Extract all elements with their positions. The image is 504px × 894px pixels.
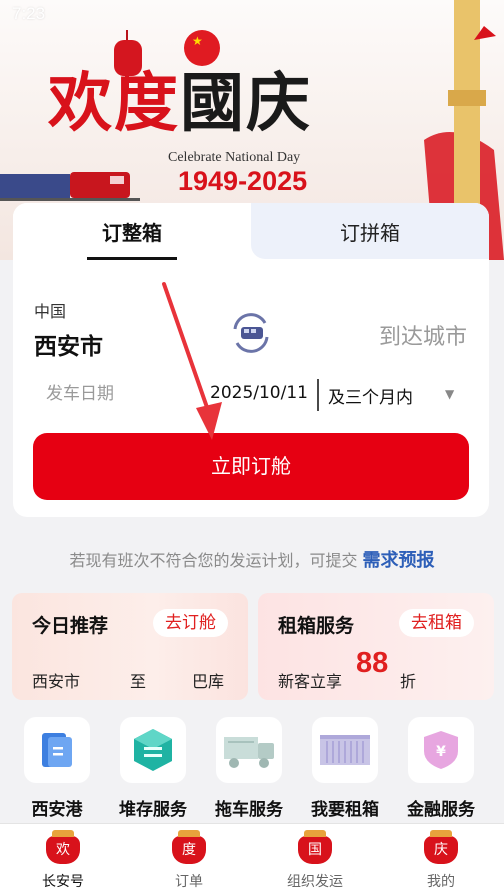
nav-label: 长安号 — [42, 874, 84, 890]
service-tile: ¥ — [408, 717, 474, 783]
destination-city-field[interactable]: 到达城市 — [379, 319, 467, 351]
service-label: 金融服务 — [407, 800, 475, 820]
rental-offer-prefix: 新客立享 — [278, 672, 343, 691]
route-origin: 西安市 — [32, 672, 81, 691]
swap-route-icon[interactable] — [229, 311, 273, 355]
rental-discount: 88 — [356, 647, 389, 679]
booking-card: 订整箱 订拼箱 中国 西安市 到达城市 发车日期 2025/10/11 及三个月… — [13, 203, 489, 517]
book-now-button[interactable]: 立即订舱 — [33, 433, 469, 500]
lantern-nav-icon: 度 — [172, 830, 206, 864]
go-book-button[interactable]: 去订舱 — [153, 609, 228, 637]
service-xian-port[interactable]: 西安港 — [14, 717, 100, 821]
service-container-rental[interactable]: 我要租箱 — [302, 717, 388, 821]
tab-underline — [87, 257, 177, 260]
service-label: 我要租箱 — [311, 800, 379, 820]
storage-icon — [134, 729, 172, 771]
today-recommend-card[interactable]: 今日推荐 去订舱 西安市 至 巴库 — [12, 593, 248, 700]
banner-title-char: 國 — [180, 66, 246, 141]
origin-country[interactable]: 中国 — [34, 298, 66, 322]
banner-years: 1949-2025 — [178, 166, 308, 196]
service-tile — [120, 717, 186, 783]
nav-changan[interactable]: 欢 长安号 — [0, 824, 126, 894]
flag-icon — [184, 30, 220, 66]
date-label: 发车日期 — [46, 384, 114, 404]
bottom-nav: 欢 长安号 度 订单 国 组织发运 庆 我的 — [0, 823, 504, 894]
banner-subtitle: Celebrate National Day — [168, 150, 301, 165]
svg-text:¥: ¥ — [436, 744, 446, 760]
service-finance[interactable]: ¥ 金融服务 — [398, 717, 484, 821]
service-storage[interactable]: 堆存服务 — [110, 717, 196, 821]
train-icon — [0, 172, 140, 201]
service-label: 拖车服务 — [215, 800, 283, 820]
tab-full-container[interactable]: 订整箱 — [13, 203, 251, 259]
date-range-select[interactable]: 及三个月内 — [328, 383, 413, 408]
finance-icon: ¥ — [424, 731, 458, 769]
banner-title-char: 庆 — [246, 66, 312, 141]
date-divider — [317, 379, 319, 411]
service-label: 西安港 — [31, 800, 83, 820]
forecast-notice-text: 若现有班次不符合您的发运计划，可提交 — [69, 551, 358, 570]
port-icon — [42, 733, 72, 767]
chevron-down-icon[interactable]: ▼ — [445, 387, 454, 401]
route-destination: 巴库 — [192, 672, 225, 691]
demand-forecast-link[interactable]: 需求预报 — [363, 550, 435, 571]
service-truck[interactable]: 拖车服务 — [206, 717, 292, 821]
banner-title-char: 欢 — [48, 66, 114, 141]
rental-discount-unit: 折 — [400, 672, 417, 691]
container-icon — [320, 735, 370, 765]
service-tile — [24, 717, 90, 783]
nav-profile[interactable]: 庆 我的 — [378, 824, 504, 894]
lantern-nav-icon: 庆 — [424, 830, 458, 864]
nav-label: 组织发运 — [287, 874, 343, 890]
tab-lcl[interactable]: 订拼箱 — [251, 203, 489, 259]
service-label: 堆存服务 — [119, 800, 187, 820]
nav-orders[interactable]: 度 订单 — [126, 824, 252, 894]
departure-date-field[interactable]: 2025/10/11 — [210, 383, 308, 403]
nav-label: 订单 — [175, 874, 203, 890]
rental-title: 租箱服务 — [278, 615, 355, 637]
service-tile — [216, 717, 282, 783]
lantern-nav-icon: 国 — [298, 830, 332, 864]
status-time: 7:23 — [12, 4, 46, 23]
go-rent-button[interactable]: 去租箱 — [399, 609, 474, 637]
nav-organize-shipping[interactable]: 国 组织发运 — [252, 824, 378, 894]
banner-title-char: 度 — [114, 66, 180, 141]
lantern-nav-icon: 欢 — [46, 830, 80, 864]
forecast-notice: 若现有班次不符合您的发运计划，可提交 需求预报 — [0, 546, 504, 572]
route-to-word: 至 — [130, 672, 147, 691]
truck-icon — [224, 737, 274, 768]
nav-label: 我的 — [427, 874, 455, 890]
banner-title: 欢度國庆 — [48, 72, 312, 136]
origin-city[interactable]: 西安市 — [34, 327, 103, 361]
recommend-title: 今日推荐 — [32, 615, 109, 637]
container-rental-card[interactable]: 租箱服务 去租箱 新客立享 88 折 — [258, 593, 494, 700]
service-tile — [312, 717, 378, 783]
